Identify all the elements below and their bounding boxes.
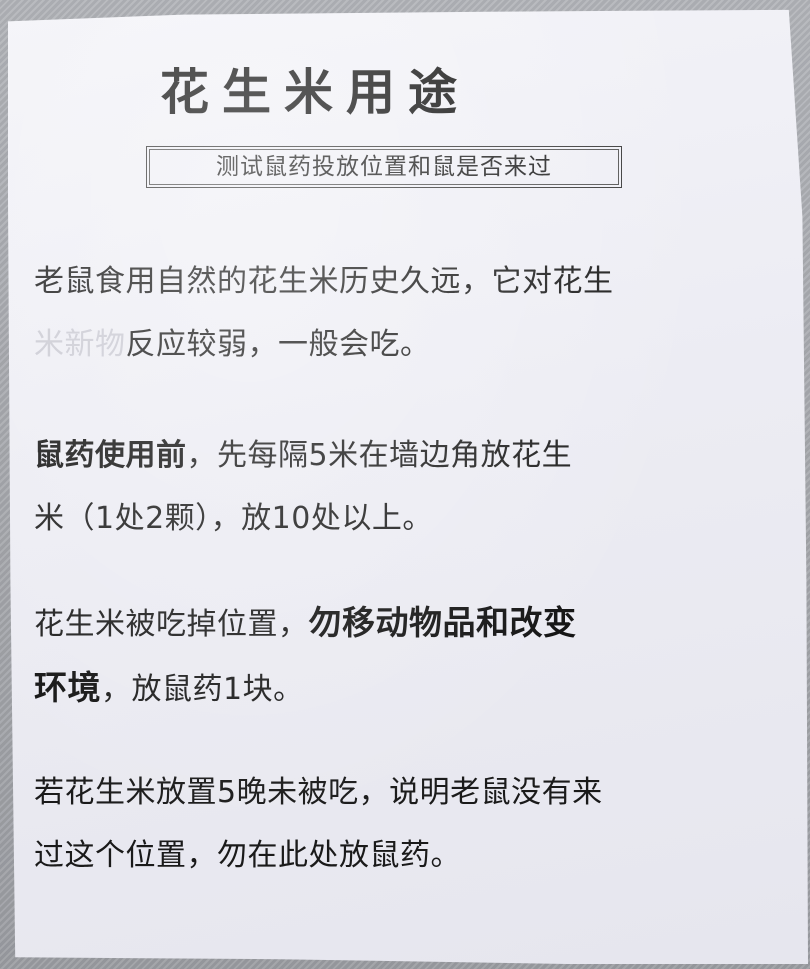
- paper-sheet: 花生米用途 测试鼠药投放位置和鼠是否来过 老鼠食用自然的花生米历史久远，它对花生…: [8, 9, 808, 964]
- paragraph-before-use-line2: 米（1处2颗），放10处以上。: [34, 501, 433, 536]
- paragraph-not-eaten-line1: 若花生米放置5晚未被吃，说明老鼠没有来: [34, 775, 603, 810]
- paragraph-not-eaten-line2: 过这个位置，勿在此处放鼠药。: [34, 838, 461, 873]
- page-title: 花生米用途: [160, 64, 471, 121]
- subtitle: 测试鼠药投放位置和鼠是否来过: [216, 153, 552, 180]
- paragraph-history: 老鼠食用自然的花生米历史久远，它对花生 米新物反应较弱，一般会吃。: [34, 250, 754, 376]
- paragraph-eaten-bold1: 勿移动物品和改变: [308, 603, 577, 642]
- paragraph-before-use-rest: ，先每隔5米在墙边角放花生: [186, 438, 573, 473]
- paragraph-eaten: 花生米被吃掉位置，勿移动物品和改变 环境，放鼠药1块。: [34, 591, 754, 721]
- paragraph-eaten-end: ，放鼠药1块。: [101, 672, 304, 707]
- paragraph-history-faded: 米新物: [34, 327, 126, 362]
- paragraph-eaten-bold2: 环境: [34, 668, 101, 707]
- paragraph-history-line1: 老鼠食用自然的花生米历史久远，它对花生: [34, 264, 614, 299]
- paragraph-before-use-bold: 鼠药使用前: [34, 438, 187, 473]
- paragraph-history-line2: 反应较弱，一般会吃。: [125, 327, 431, 362]
- paragraph-not-eaten: 若花生米放置5晚未被吃，说明老鼠没有来 过这个位置，勿在此处放鼠药。: [34, 761, 754, 887]
- paragraph-before-use: 鼠药使用前，先每隔5米在墙边角放花生 米（1处2颗），放10处以上。: [34, 424, 754, 550]
- subtitle-box: 测试鼠药投放位置和鼠是否来过: [146, 146, 622, 188]
- paragraph-eaten-start: 花生米被吃掉位置，: [34, 607, 309, 642]
